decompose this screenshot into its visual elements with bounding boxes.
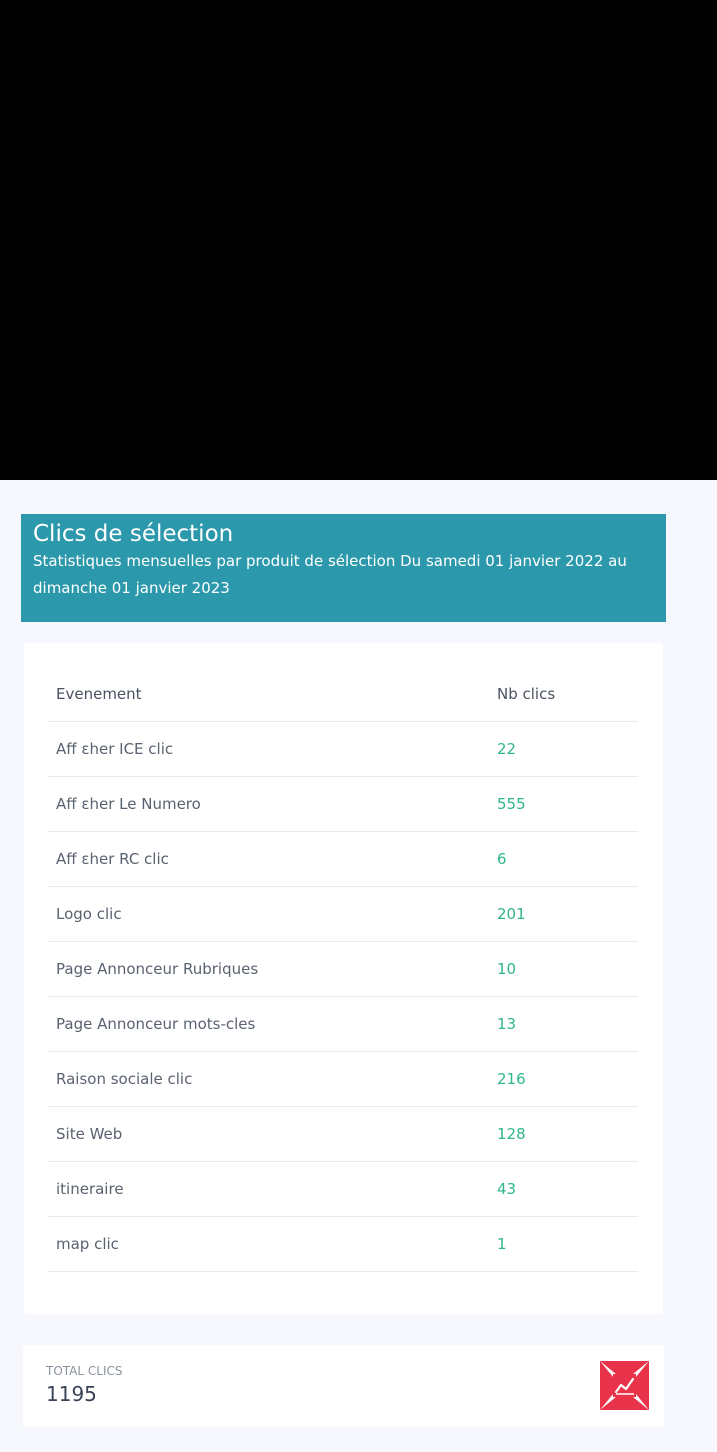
section-header-banner: Clics de sélection Statistiques mensuell…: [21, 514, 666, 622]
event-name: Aff ɛher Le Numero: [56, 795, 201, 813]
table-row: Page Annonceur Rubriques 10: [48, 942, 638, 997]
table-row: Logo clic 201: [48, 887, 638, 942]
event-name: map clic: [56, 1235, 119, 1253]
table-row: Page Annonceur mots-cles 13: [48, 997, 638, 1052]
total-clicks-label: TOTAL CLICS: [46, 1364, 123, 1378]
page-content: Clics de sélection Statistiques mensuell…: [0, 480, 717, 1452]
table-row: Raison sociale clic 216: [48, 1052, 638, 1107]
event-name: Raison sociale clic: [56, 1070, 193, 1088]
clicks-table: Evenement Nb clics Aff ɛher ICE clic 22 …: [48, 667, 638, 1272]
click-count: 201: [497, 905, 526, 923]
blank-top-area: [0, 0, 717, 480]
table-header-row: Evenement Nb clics: [48, 667, 638, 722]
table-row: map clic 1: [48, 1217, 638, 1272]
click-count: 22: [497, 740, 517, 758]
event-name: Page Annonceur Rubriques: [56, 960, 259, 978]
total-clicks-card: TOTAL CLICS 1195: [23, 1345, 664, 1427]
event-name: Logo clic: [56, 905, 122, 923]
event-name: itineraire: [56, 1180, 124, 1198]
section-subtitle: Statistiques mensuelles par produit de s…: [33, 552, 627, 597]
click-count: 555: [497, 795, 526, 813]
section-title: Clics de sélection: [33, 521, 234, 547]
click-count: 1: [497, 1235, 507, 1253]
click-count: 13: [497, 1015, 517, 1033]
table-row: Aff ɛher RC clic 6: [48, 832, 638, 887]
table-row: itineraire 43: [48, 1162, 638, 1217]
chart-line-icon: [600, 1361, 649, 1410]
total-clicks-value: 1195: [46, 1382, 97, 1406]
column-header-event: Evenement: [56, 685, 142, 703]
event-name: Aff ɛher RC clic: [56, 850, 169, 868]
clicks-table-card: Evenement Nb clics Aff ɛher ICE clic 22 …: [24, 643, 663, 1314]
table-row: Site Web 128: [48, 1107, 638, 1162]
column-header-clicks: Nb clics: [497, 685, 556, 703]
click-count: 128: [497, 1125, 526, 1143]
click-count: 10: [497, 960, 517, 978]
event-name: Site Web: [56, 1125, 123, 1143]
event-name: Page Annonceur mots-cles: [56, 1015, 256, 1033]
click-count: 6: [497, 850, 507, 868]
table-row: Aff ɛher ICE clic 22: [48, 722, 638, 777]
event-name: Aff ɛher ICE clic: [56, 740, 174, 758]
table-row: Aff ɛher Le Numero 555: [48, 777, 638, 832]
click-count: 43: [497, 1180, 517, 1198]
click-count: 216: [497, 1070, 526, 1088]
